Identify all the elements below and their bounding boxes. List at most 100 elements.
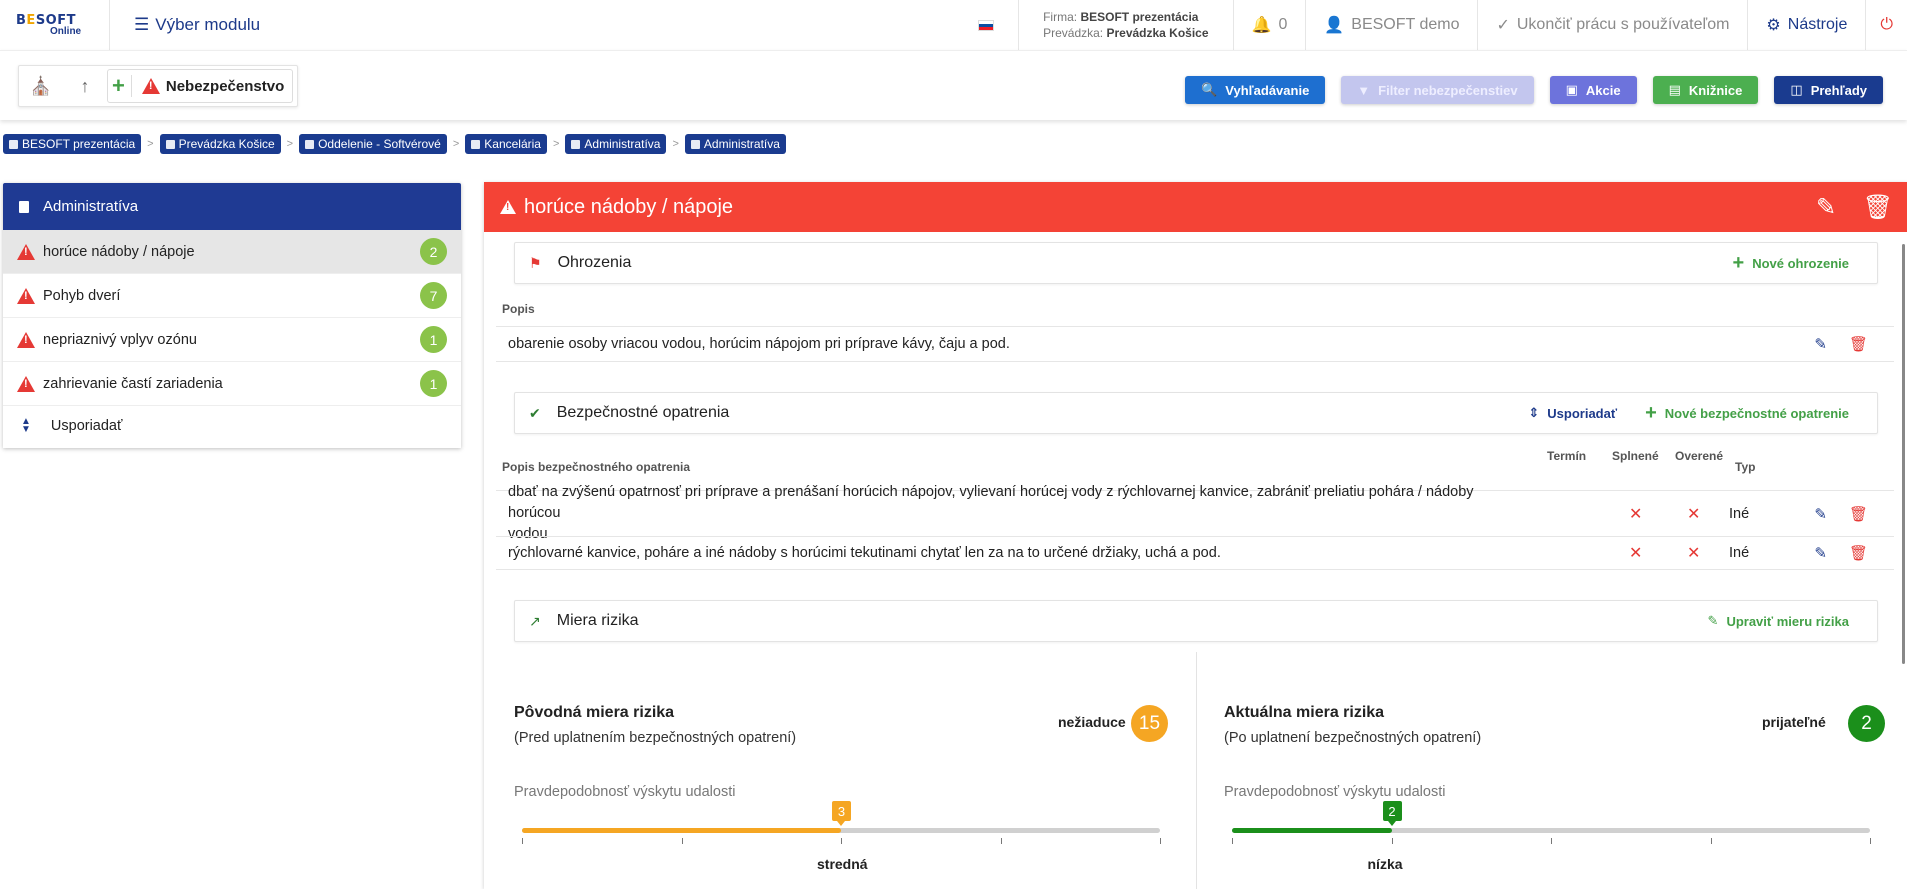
warning-icon (17, 331, 35, 348)
module-selector-label: Výber modulu (155, 15, 261, 34)
search-button[interactable]: 🔍 Vyhľadávanie (1185, 76, 1326, 104)
delete-measure-button[interactable]: 🗑 (1849, 505, 1868, 523)
edit-threat-button[interactable]: ✎ (1814, 335, 1827, 353)
slider-tick (522, 838, 523, 844)
logo-sub: Online (50, 26, 82, 37)
delete-threat-button[interactable]: 🗑 (1849, 335, 1868, 353)
overviews-button[interactable]: ◫ Prehľady (1774, 76, 1883, 104)
edit-icon: ✎ (1707, 613, 1719, 628)
folder-icon (571, 139, 581, 149)
end-work-label: Ukončiť prácu s používateľom (1516, 16, 1730, 33)
breadcrumb-item-office[interactable]: Kancelária (465, 134, 547, 154)
add-hazard-label: Nebezpečenstvo (165, 77, 285, 95)
slider-tick (1710, 838, 1712, 844)
edit-measure-button[interactable]: ✎ (1814, 505, 1827, 523)
hazard-list-title: Administratíva (43, 198, 139, 215)
risk-section-header: ↗ Miera rizika ✎ Upraviť mieru rizika (514, 600, 1878, 642)
filter-icon: ▼ (1357, 82, 1371, 98)
original-risk-subtitle: (Pred uplatnením bezpečnostných opatrení… (514, 730, 797, 746)
warning-icon (141, 78, 160, 94)
edit-measure-button[interactable]: ✎ (1814, 544, 1827, 562)
slider-thumb[interactable]: 2 (1382, 801, 1402, 826)
power-button[interactable]: ⏻ (1865, 0, 1907, 50)
hazard-item-ozone[interactable]: nepriaznivý vplyv ozónu 1 (3, 318, 461, 362)
hazard-list-header: Administratíva (3, 183, 461, 230)
module-selector[interactable]: ☰ Výber modulu (110, 15, 260, 35)
original-risk-score: 15 (1131, 705, 1168, 742)
hazard-item-door-movement[interactable]: Pohyb dverí 7 (3, 274, 461, 318)
bell-icon: 🔔 (1251, 17, 1272, 34)
chart-line-icon: ↗ (529, 612, 541, 629)
slider-thumb[interactable]: 3 (832, 801, 851, 826)
slider-tick (841, 838, 842, 844)
delete-measure-button[interactable]: 🗑 (1849, 544, 1868, 562)
original-probability-slider[interactable] (522, 828, 1160, 833)
slider-fill (522, 828, 841, 833)
toolbar: ⛪ ↑ + Nebezpečenstvo 🔍Vyhľadávanie ▼Filt… (0, 50, 1907, 120)
done-status-icon: ✕ (1629, 505, 1643, 523)
language-flag[interactable] (954, 0, 1018, 50)
original-risk-level: nežiaduce (1058, 714, 1126, 730)
actions-button[interactable]: ▣ Akcie (1549, 76, 1637, 104)
double-check-icon: ✔ (529, 404, 541, 421)
sort-button[interactable]: ▲ ▼ Usporiadať (3, 406, 461, 446)
breadcrumb-item-unit[interactable]: Prevádzka Košice (159, 134, 281, 154)
hazard-detail-panel: horúce nádoby / nápoje ✎ 🗑 ⚑ Ohrozenia +… (484, 182, 1907, 889)
threats-title: Ohrozenia (557, 254, 632, 271)
measures-col-type: Typ (1735, 460, 1756, 474)
edit-icon: ✎ (1815, 193, 1837, 221)
actions-icon: ▣ (1565, 82, 1578, 97)
original-risk: Pôvodná miera rizika (Pred uplatnením be… (514, 652, 1174, 889)
current-risk-score: 2 (1848, 705, 1885, 742)
tools-button[interactable]: ⚙ Nástroje (1747, 0, 1865, 50)
table-row: rýchlovarné kanvice, poháre a iné nádoby… (496, 536, 1894, 570)
trash-icon: 🗑 (1862, 193, 1894, 221)
store-icon (165, 139, 175, 149)
logo[interactable]: BESOFT Online (0, 0, 110, 50)
sort-icon: ⇕ (1528, 405, 1540, 420)
hazard-item-heating-parts[interactable]: zahrievanie častí zariadenia 1 (3, 362, 461, 406)
store-button[interactable]: ⛪ (19, 66, 63, 106)
warning-icon (17, 243, 35, 260)
original-probability-label: Pravdepodobnosť výskytu udalosti (514, 784, 736, 800)
count-badge: 7 (420, 282, 447, 309)
end-work-button[interactable]: ✓ Ukončiť prácu s používateľom (1477, 0, 1747, 50)
original-risk-title: Pôvodná miera rizika (514, 704, 675, 721)
current-risk-subtitle: (Po uplatnení bezpečnostných opatrení) (1224, 730, 1482, 746)
hazard-item-hot-vessels[interactable]: horúce nádoby / nápoje 2 (3, 230, 461, 274)
add-hazard-button[interactable]: + Nebezpečenstvo (107, 69, 294, 103)
user-name: BESOFT demo (1351, 16, 1460, 33)
sort-measures-button[interactable]: ⇕ Usporiadať (1528, 403, 1617, 423)
slider-tick (1551, 838, 1552, 844)
top-bar: BESOFT Online ☰ Výber modulu Firma: BESO… (0, 0, 1907, 50)
sitemap-icon (471, 139, 481, 149)
plus-icon: + (1645, 402, 1657, 424)
scrollbar[interactable] (1902, 244, 1905, 664)
current-probability-label: Pravdepodobnosť výskytu udalosti (1224, 784, 1446, 800)
sort-icon: ▲ ▼ (21, 416, 31, 435)
edit-hazard-button[interactable]: ✎ (1813, 193, 1839, 221)
current-probability-slider[interactable] (1232, 828, 1870, 833)
new-measure-button[interactable]: + Nové bezpečnostné opatrenie (1645, 403, 1849, 423)
breadcrumb-item-firm[interactable]: BESOFT prezentácia (3, 134, 142, 154)
breadcrumb-item-department[interactable]: Oddelenie - Softvérové (299, 134, 447, 154)
libraries-button[interactable]: ▤ Knižnice (1652, 76, 1759, 104)
slider-tick (1870, 838, 1871, 844)
alert-comment-icon: ⚑ (529, 254, 542, 271)
edit-risk-button[interactable]: ✎ Upraviť mieru rizika (1708, 613, 1849, 629)
new-threat-button[interactable]: + Nové ohrozenie (1733, 253, 1849, 273)
breadcrumb-item-admin[interactable]: Administratíva (684, 134, 786, 154)
clipboard-icon (19, 200, 29, 213)
up-button[interactable]: ↑ (63, 66, 107, 106)
current-risk: Aktuálna miera rizika (Po uplatnení bezp… (1224, 652, 1885, 889)
slider-tick (681, 838, 683, 844)
notifications-count: 0 (1278, 16, 1288, 33)
folder-icon (305, 139, 315, 149)
filter-button[interactable]: ▼ Filter nebezpečenstiev (1341, 76, 1534, 104)
notifications-button[interactable]: 🔔 0 (1232, 0, 1306, 50)
breadcrumb-item-admin-folder[interactable]: Administratíva (565, 134, 667, 154)
slider-tick (1232, 838, 1233, 844)
hazard-detail-header: horúce nádoby / nápoje ✎ 🗑 (484, 182, 1907, 232)
delete-hazard-button[interactable]: 🗑 (1862, 193, 1894, 221)
user-button[interactable]: 👤 BESOFT demo (1305, 0, 1477, 50)
